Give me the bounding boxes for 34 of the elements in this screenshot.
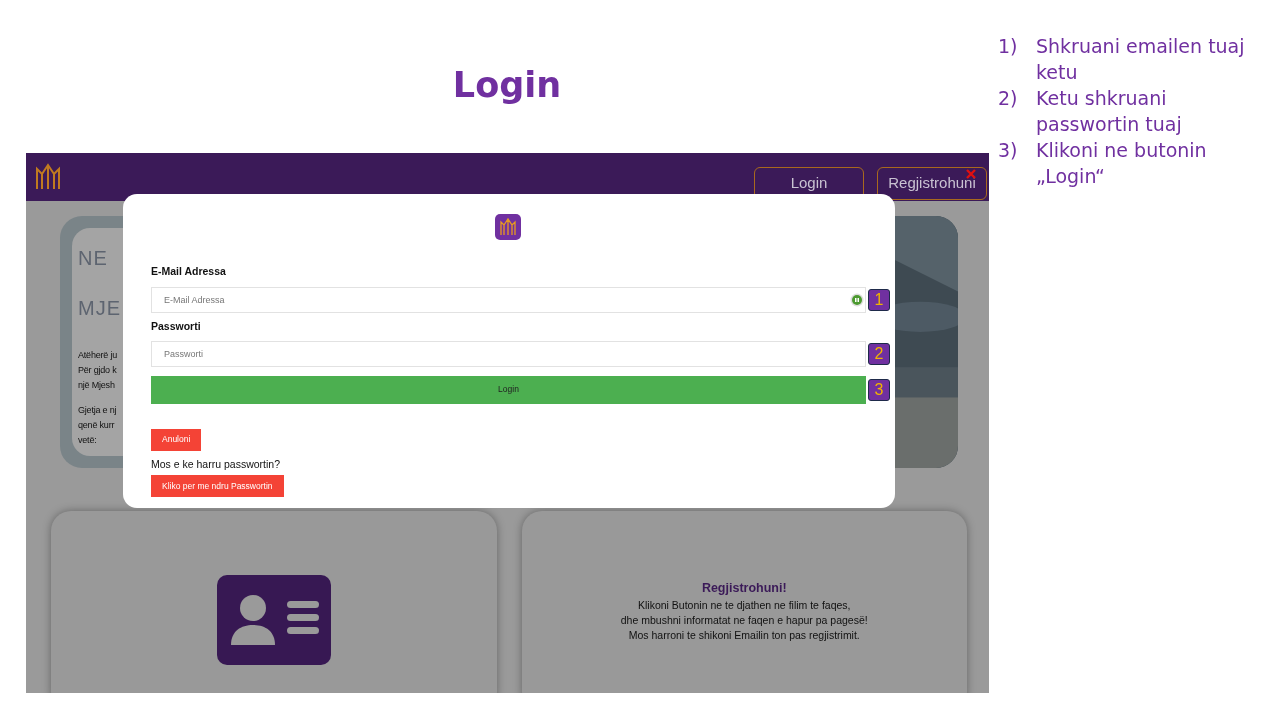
close-icon[interactable] [966,168,976,179]
hero-text-line: Për gjdo k [78,364,117,377]
forgot-password-text: Mos e ke harru passwortin? [151,456,281,472]
step-marker: 1 [868,288,890,311]
step-text: Shkruani emailen tuaj ketu [1036,34,1246,85]
input-field[interactable]: E-Mail Adressa [151,286,866,313]
field-label: E-Mail Adressa [151,264,227,279]
card-text: Mos harroni te shikoni Emailin ton pas regjistrimit. [628,627,860,643]
input-field[interactable]: Passworti [151,340,866,367]
step-number: 3) [998,138,1019,163]
step-text: Klikoni ne butonin „Login“ [1036,138,1208,189]
hero-text-line: një Mjesh [78,379,115,392]
step-number: 2) [998,86,1019,111]
hero-text-line: qenë kurr [78,419,115,432]
card-title: Regjistrohuni! [701,580,787,598]
logo-icon[interactable] [34,162,62,192]
hero-heading: NE [78,248,108,268]
logo-icon [495,214,521,240]
hero-text-line: vetë: [78,434,97,447]
field-label: Passworti [151,318,202,334]
id-card-icon [216,575,331,665]
cancel-button[interactable]: Anuloni [151,428,202,451]
slide-title: Login [452,64,562,106]
hero-text-line: Atëherë ju [78,349,118,362]
reset-password-button[interactable]: Kliko per me ndru Passwortin [151,475,284,498]
step-number: 1) [998,34,1019,59]
card-text: dhe mbushni informatat ne faqen e hapur pa pagesë! [620,612,868,628]
step-marker: 2 [868,342,890,365]
step-marker: 3 [868,378,890,401]
hero-text-line: Gjetja e nj [78,404,117,417]
step-text: Ketu shkruani passwortin tuaj [1036,86,1183,137]
card-text: Klikoni Butonin ne te djathen ne filim te faqes, [638,597,851,613]
hero-heading: MJE [78,298,121,318]
login-button[interactable]: Login [151,375,866,404]
